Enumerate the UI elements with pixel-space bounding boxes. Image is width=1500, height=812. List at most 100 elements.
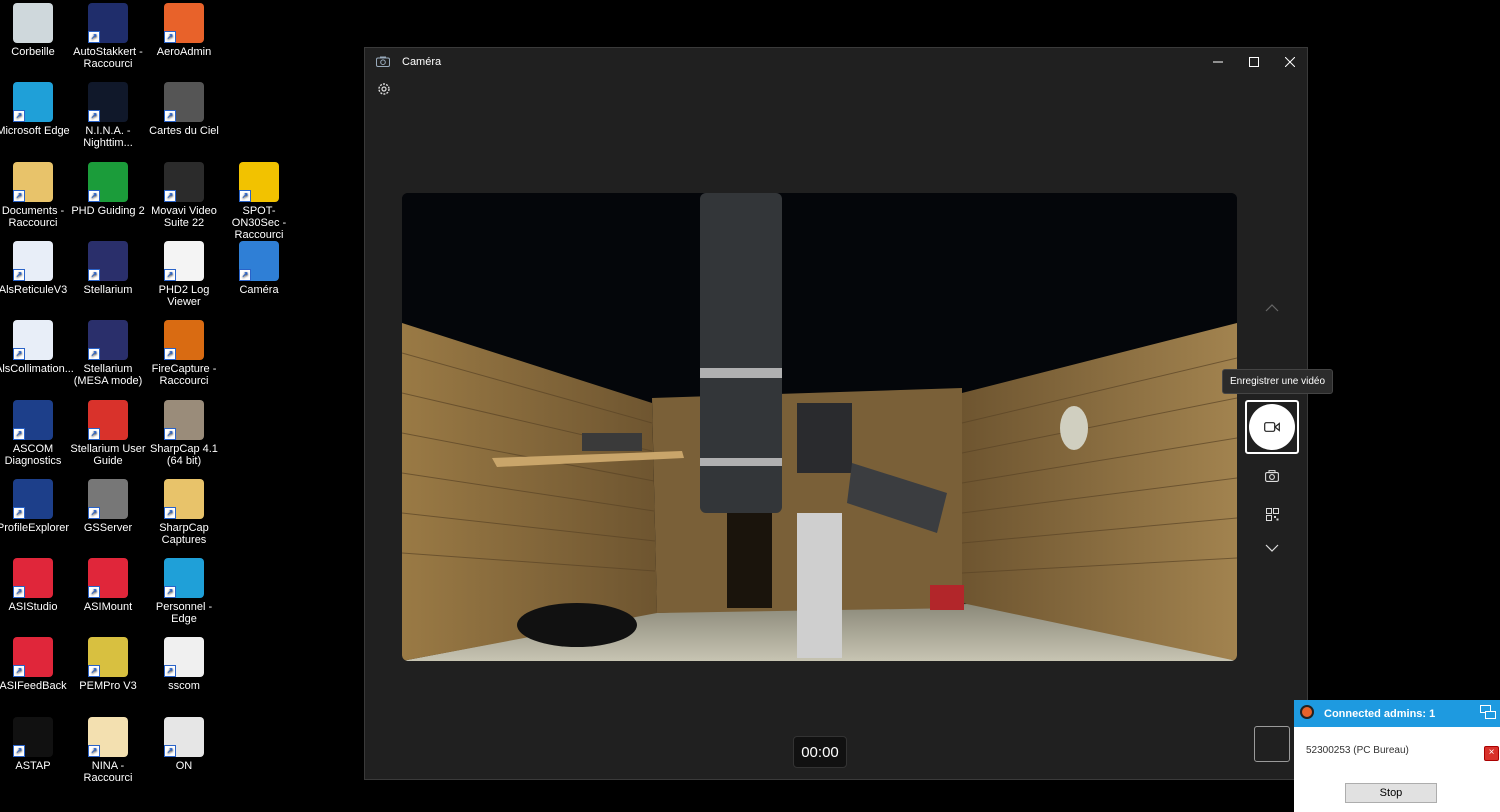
sharpcap-icon: ↗ [164,400,204,440]
desktop-shortcut[interactable]: ↗ SharpCap 4.1 (64 bit) [146,400,222,467]
desktop-shortcut[interactable]: ↗ ASTAP [0,717,71,772]
desktop-shortcut-label: ASIStudio [8,601,58,613]
desktop-shortcut[interactable]: ↗ ProfileExplorer [0,479,71,534]
desktop-shortcut[interactable]: ↗ Stellarium (MESA mode) [70,320,146,387]
desktop-shortcut-label: GSServer [83,522,133,534]
shortcut-arrow-icon: ↗ [13,348,25,360]
desktop-shortcut[interactable]: ↗ N.I.N.A. - Nighttim... [70,82,146,149]
connected-admins-panel: Connected admins: 1 52300253 (PC Bureau)… [1294,700,1500,812]
camera-app-icon: ↗ [239,241,279,281]
desktop-shortcut[interactable]: ↗ Cartes du Ciel [146,82,222,137]
desktop-shortcut[interactable]: ↗ NINA - Raccourci [70,717,146,784]
video-camera-icon [1264,422,1280,432]
desktop-shortcut-label: SPOT-ON30Sec - Raccourci [231,205,287,241]
aeroadmin-logo-icon [1300,705,1314,719]
photo-mode-button[interactable] [1260,464,1284,488]
stellarium-icon: ↗ [88,320,128,360]
desktop-shortcut[interactable]: ↗ AeroAdmin [146,3,222,58]
desktop-shortcut[interactable]: ↗ GSServer [70,479,146,534]
desktop-shortcut[interactable]: ↗ ASCOM Diagnostics [0,400,71,467]
desktop-shortcut-label: PEMPro V3 [79,680,137,692]
shortcut-arrow-icon: ↗ [164,586,176,598]
record-video-button[interactable] [1249,404,1295,450]
desktop-shortcut[interactable]: ↗ Microsoft Edge [0,82,71,137]
asifeedback-icon: ↗ [13,637,53,677]
desktop-shortcut[interactable]: ↗ PEMPro V3 [70,637,146,692]
record-video-focus-ring [1245,400,1299,454]
autostakkert-icon: ↗ [88,3,128,43]
scroll-up-button[interactable] [1260,296,1284,320]
desktop-shortcut[interactable]: ↗ AlsCollimation... [0,320,74,375]
desktop-shortcut-label: ON [175,760,193,772]
maximize-button[interactable] [1237,52,1271,72]
desktop-shortcut[interactable]: ↗ SPOT-ON30Sec - Raccourci [221,162,297,241]
warning-icon: ↗ [239,162,279,202]
shortcut-arrow-icon: ↗ [164,31,176,43]
firecapture-icon: ↗ [164,320,204,360]
desktop-shortcut[interactable]: ↗ Stellarium User Guide [70,400,146,467]
desktop-shortcut[interactable]: ↗ Personnel - Edge [146,558,222,625]
desktop-shortcut-label: sscom [168,680,200,692]
shortcut-arrow-icon: ↗ [88,507,100,519]
desktop-shortcut[interactable]: ↗ ASIMount [70,558,146,613]
remove-admin-button[interactable]: × [1484,746,1499,761]
shortcut-arrow-icon: ↗ [164,745,176,757]
maximize-icon [1249,57,1259,67]
astap-icon: ↗ [13,717,53,757]
ascom-icon: ↗ [13,479,53,519]
camera-window: Caméra Enregistrer une vidéo 00:00 [364,47,1334,780]
settings-button[interactable] [376,81,392,97]
last-capture-thumbnail[interactable] [1254,726,1290,762]
gear-icon [378,83,390,95]
stop-button[interactable]: Stop [1345,783,1437,803]
desktop-shortcut[interactable]: Corbeille [0,3,71,58]
desktop-shortcut[interactable]: ↗ AlsReticuleV3 [0,241,71,296]
shortcut-arrow-icon: ↗ [164,269,176,281]
admins-header: Connected admins: 1 [1294,700,1500,727]
desktop-shortcut-label: ASIFeedBack [0,680,67,692]
desktop-shortcut-label: Stellarium User Guide [70,443,146,467]
chevron-down-icon [1265,544,1279,552]
close-icon: × [1488,747,1495,758]
chevron-up-icon [1265,304,1279,312]
shortcut-arrow-icon: ↗ [164,507,176,519]
nina-icon: ↗ [88,82,128,122]
desktop-shortcut[interactable]: ↗ ASIFeedBack [0,637,71,692]
desktop-shortcut-label: AlsCollimation... [0,363,74,375]
shortcut-arrow-icon: ↗ [88,428,100,440]
shortcut-arrow-icon: ↗ [88,665,100,677]
qr-code-icon [1265,507,1279,521]
desktop-shortcut[interactable]: ↗ ASIStudio [0,558,71,613]
desktop-shortcut-label: Documents - Raccourci [1,205,65,229]
shortcut-arrow-icon: ↗ [13,586,25,598]
shortcut-arrow-icon: ↗ [13,269,25,281]
record-video-tooltip: Enregistrer une vidéo [1222,369,1334,394]
close-button[interactable] [1273,52,1307,72]
desktop-shortcut[interactable]: ↗ SharpCap Captures [146,479,222,546]
desktop-shortcut[interactable]: ↗ FireCapture - Raccourci [146,320,222,387]
desktop-shortcut[interactable]: ↗ AutoStakkert - Raccourci [70,3,146,70]
gsserver-icon: ↗ [88,479,128,519]
desktop-shortcut-label: Caméra [239,284,279,296]
camera-icon [1265,470,1279,482]
window-app-icon: ↗ [13,241,53,281]
shortcut-arrow-icon: ↗ [164,190,176,202]
desktop-shortcut[interactable]: ↗ PHD Guiding 2 [70,162,146,217]
shortcut-arrow-icon: ↗ [88,745,100,757]
desktop-shortcut[interactable]: ↗ ON [146,717,222,772]
desktop-shortcut[interactable]: ↗ PHD2 Log Viewer [146,241,222,308]
folder-icon: ↗ [164,479,204,519]
scroll-down-button[interactable] [1260,536,1284,560]
minimize-button[interactable] [1201,52,1235,72]
shortcut-arrow-icon: ↗ [88,110,100,122]
desktop-shortcut[interactable]: ↗ Stellarium [70,241,146,296]
desktop-shortcut[interactable]: ↗ Documents - Raccourci [0,162,71,229]
window-app-icon: ↗ [13,320,53,360]
desktop-shortcut[interactable]: ↗ Movavi Video Suite 22 [146,162,222,229]
edge-icon: ↗ [13,82,53,122]
desktop-shortcut[interactable]: ↗ Caméra [221,241,297,296]
qr-scan-mode-button[interactable] [1260,502,1284,526]
network-icon[interactable] [1480,705,1496,719]
desktop-shortcut[interactable]: ↗ sscom [146,637,222,692]
shortcut-arrow-icon: ↗ [164,110,176,122]
